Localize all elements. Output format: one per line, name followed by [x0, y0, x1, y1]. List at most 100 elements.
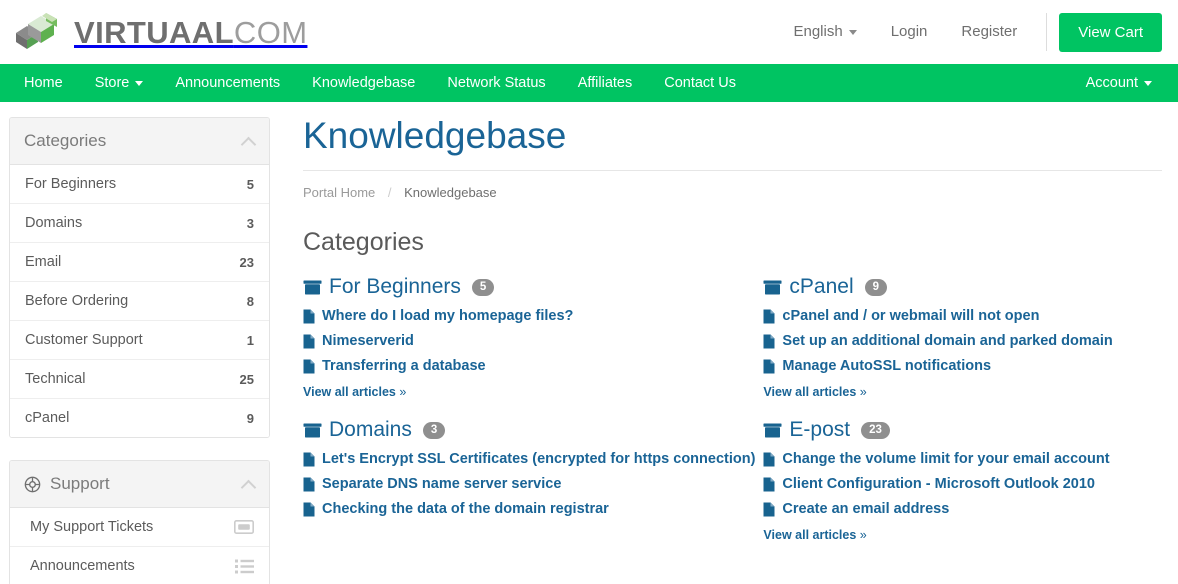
- category-header: E-post 23: [763, 418, 1162, 442]
- article-link[interactable]: Change the volume limit for your email a…: [782, 451, 1109, 467]
- document-icon: [763, 502, 775, 517]
- sidebar-item-announcements[interactable]: Announcements: [10, 547, 269, 584]
- sidebar-item-label: cPanel: [25, 410, 70, 426]
- article-row: cPanel and / or webmail will not open: [763, 308, 1162, 324]
- ticket-icon: [234, 520, 254, 534]
- sidebar-item-label: For Beginners: [25, 176, 117, 192]
- categories-grid: For Beginners 5 Where do I load my homep…: [303, 275, 1162, 561]
- categories-panel-title: Categories: [24, 131, 107, 150]
- login-link[interactable]: Login: [874, 12, 945, 52]
- folder-icon: [303, 422, 322, 439]
- nav-item-network-status[interactable]: Network Status: [431, 64, 561, 102]
- nav-label: Store: [94, 75, 130, 91]
- nav-item-home[interactable]: Home: [8, 64, 79, 102]
- document-icon: [763, 477, 775, 492]
- sidebar-item-cpanel[interactable]: cPanel 9: [10, 399, 269, 437]
- sidebar-item-count: 5: [246, 176, 254, 192]
- nav-item-contact-us[interactable]: Contact Us: [648, 64, 752, 102]
- article-link[interactable]: Transferring a database: [322, 358, 486, 374]
- categories-panel: Categories For Beginners 5 Domains 3 Ema…: [9, 117, 270, 438]
- category-link[interactable]: E-post: [789, 418, 850, 442]
- nav-item-store[interactable]: Store: [79, 64, 160, 102]
- breadcrumb: Portal Home / Knowledgebase: [303, 185, 1162, 200]
- article-link[interactable]: Client Configuration - Microsoft Outlook…: [782, 476, 1095, 492]
- document-icon: [303, 309, 315, 324]
- breadcrumb-portal-home[interactable]: Portal Home: [303, 185, 375, 200]
- category-link[interactable]: For Beginners: [329, 275, 461, 299]
- article-link[interactable]: Let's Encrypt SSL Certificates (encrypte…: [322, 451, 755, 467]
- sidebar-item-domains[interactable]: Domains 3: [10, 204, 269, 243]
- list-icon: [235, 559, 254, 574]
- chevron-down-icon: [848, 29, 857, 35]
- article-row: Separate DNS name server service: [303, 476, 755, 492]
- view-all-articles-link[interactable]: View all articles »: [303, 385, 406, 399]
- nav-item-affiliates[interactable]: Affiliates: [562, 64, 649, 102]
- sidebar-item-count: 1: [246, 332, 254, 348]
- register-link[interactable]: Register: [944, 12, 1034, 52]
- nav-item-announcements[interactable]: Announcements: [159, 64, 296, 102]
- brand-primary: VIRTUAAL: [74, 14, 234, 50]
- category-block-for-beginners: For Beginners 5 Where do I load my homep…: [303, 275, 755, 418]
- brand-logo-link[interactable]: VIRTUAALCOM: [12, 11, 307, 53]
- breadcrumb-current: Knowledgebase: [404, 185, 497, 201]
- view-all-label: View all articles: [763, 385, 857, 400]
- chevron-up-icon[interactable]: [242, 135, 255, 148]
- category-count-badge: 9: [864, 278, 888, 297]
- article-link[interactable]: Nimeserverid: [322, 333, 414, 349]
- article-row: Client Configuration - Microsoft Outlook…: [763, 476, 1162, 492]
- nav-item-knowledgebase[interactable]: Knowledgebase: [296, 64, 431, 102]
- view-all-articles-link[interactable]: View all articles »: [763, 385, 866, 399]
- main-content: Knowledgebase Portal Home / Knowledgebas…: [270, 102, 1178, 561]
- category-link[interactable]: cPanel: [789, 275, 853, 299]
- view-cart-button[interactable]: View Cart: [1059, 12, 1162, 52]
- article-link[interactable]: Manage AutoSSL notifications: [782, 358, 991, 374]
- category-header: For Beginners 5: [303, 275, 755, 299]
- sidebar-item-label: Domains: [25, 215, 83, 231]
- categories-panel-header[interactable]: Categories: [10, 118, 269, 165]
- sidebar-item-before-ordering[interactable]: Before Ordering 8: [10, 282, 269, 321]
- support-panel: Support My Support Tickets Announcements: [9, 460, 270, 584]
- category-header: cPanel 9: [763, 275, 1162, 299]
- sidebar-item-email[interactable]: Email 23: [10, 243, 269, 282]
- sidebar-item-label: Customer Support: [25, 332, 143, 348]
- sidebar-item-for-beginners[interactable]: For Beginners 5: [10, 165, 269, 204]
- article-link[interactable]: Where do I load my homepage files?: [322, 308, 573, 324]
- page-body: Categories For Beginners 5 Domains 3 Ema…: [0, 102, 1178, 584]
- brand-secondary: COM: [233, 14, 308, 50]
- article-link[interactable]: Separate DNS name server service: [322, 476, 561, 492]
- sidebar-item-customer-support[interactable]: Customer Support 1: [10, 321, 269, 360]
- view-all-articles-link[interactable]: View all articles »: [763, 528, 866, 542]
- chevron-down-icon: [135, 80, 144, 86]
- nav-label: Knowledgebase: [312, 75, 416, 91]
- language-label: English: [793, 23, 843, 40]
- cubes-logo-icon: [12, 11, 64, 53]
- article-row: Manage AutoSSL notifications: [763, 358, 1162, 374]
- nav-item-account[interactable]: Account: [1070, 64, 1168, 102]
- folder-icon: [763, 422, 782, 439]
- sidebar-item-technical[interactable]: Technical 25: [10, 360, 269, 399]
- nav-label: Home: [24, 75, 63, 91]
- nav-label: Announcements: [175, 75, 281, 91]
- language-selector[interactable]: English: [783, 12, 873, 52]
- sidebar: Categories For Beginners 5 Domains 3 Ema…: [0, 102, 270, 584]
- nav-label: Contact Us: [664, 75, 736, 91]
- nav-label: Affiliates: [577, 75, 633, 91]
- chevron-down-icon: [1144, 80, 1152, 86]
- sidebar-item-my-support-tickets[interactable]: My Support Tickets: [10, 508, 269, 547]
- category-link[interactable]: Domains: [329, 418, 412, 442]
- article-row: Change the volume limit for your email a…: [763, 451, 1162, 467]
- category-count-badge: 5: [471, 278, 495, 297]
- chevron-up-icon[interactable]: [242, 478, 255, 491]
- article-link[interactable]: Create an email address: [782, 501, 949, 517]
- category-header: Domains 3: [303, 418, 755, 442]
- sidebar-item-label: Technical: [25, 371, 86, 387]
- sidebar-item-label: My Support Tickets: [30, 519, 154, 535]
- article-row: Set up an additional domain and parked d…: [763, 333, 1162, 349]
- article-link[interactable]: Checking the data of the domain registra…: [322, 501, 609, 517]
- support-panel-header[interactable]: Support: [10, 461, 269, 508]
- sidebar-item-count: 9: [246, 410, 254, 426]
- article-link[interactable]: cPanel and / or webmail will not open: [782, 308, 1039, 324]
- view-all-arrow: »: [399, 385, 407, 400]
- article-link[interactable]: Set up an additional domain and parked d…: [782, 333, 1112, 349]
- main-navigation: Home Store Announcements Knowledgebase N…: [0, 64, 1178, 102]
